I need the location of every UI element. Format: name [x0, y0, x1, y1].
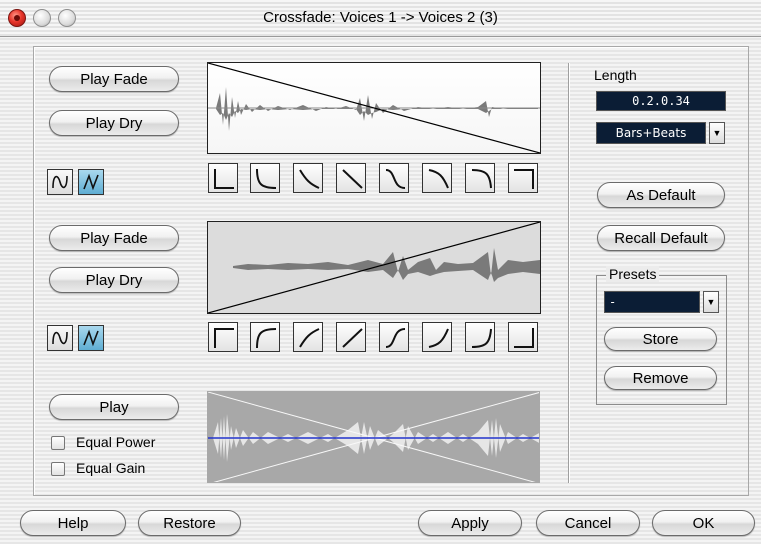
- fade-out-waveform[interactable]: [207, 221, 541, 314]
- panel-divider: [568, 63, 569, 483]
- crossfade-summary-graphic: [208, 392, 539, 482]
- apply-button[interactable]: Apply: [418, 510, 522, 536]
- curve-shape-icon: [342, 328, 363, 348]
- presets-legend: Presets: [606, 266, 660, 282]
- curve-shape-icon: [214, 328, 234, 348]
- play-dry-in-button[interactable]: Play Dry: [49, 110, 179, 136]
- preset-dropdown-button[interactable]: ▼: [703, 291, 719, 313]
- fade-out-shape-6[interactable]: [422, 322, 452, 352]
- fade-in-waveform[interactable]: [207, 62, 541, 154]
- as-default-button[interactable]: As Default: [597, 182, 725, 208]
- restore-button[interactable]: Restore: [138, 510, 241, 536]
- fade-out-shape-5[interactable]: [379, 322, 409, 352]
- curve-shape-icon: [471, 328, 492, 348]
- linear-curve-icon: [83, 173, 99, 191]
- window-title: Crossfade: Voices 1 -> Voices 2 (3): [263, 9, 498, 26]
- fade-in-shape-7[interactable]: [465, 163, 495, 193]
- fade-in-shape-1[interactable]: [208, 163, 238, 193]
- fade-out-shape-7[interactable]: [465, 322, 495, 352]
- store-preset-button[interactable]: Store: [604, 327, 717, 351]
- preset-select[interactable]: -: [604, 291, 700, 313]
- ok-button[interactable]: OK: [652, 510, 755, 536]
- play-fade-in-button[interactable]: Play Fade: [49, 66, 179, 92]
- curve-shape-icon: [428, 169, 449, 189]
- length-value-field[interactable]: 0.2.0.34: [596, 91, 726, 111]
- fade-in-shape-4[interactable]: [336, 163, 366, 193]
- equal-gain-checkbox[interactable]: [51, 462, 65, 476]
- play-fade-out-button[interactable]: Play Fade: [49, 225, 179, 251]
- chevron-down-icon: ▼: [712, 128, 722, 138]
- help-button[interactable]: Help: [20, 510, 126, 536]
- fade-in-shape-8[interactable]: [508, 163, 538, 193]
- recall-default-button[interactable]: Recall Default: [597, 225, 725, 251]
- curve-shape-icon: [471, 169, 492, 189]
- fade-in-waveform-graphic: [208, 63, 540, 153]
- equal-power-checkbox[interactable]: [51, 436, 65, 450]
- curve-shape-icon: [342, 169, 363, 189]
- curve-shape-icon: [385, 328, 406, 348]
- fade-in-spline-mode-toggle[interactable]: [47, 169, 73, 195]
- curve-shape-icon: [428, 328, 449, 348]
- fade-in-shape-5[interactable]: [379, 163, 409, 193]
- fade-in-shape-3[interactable]: [293, 163, 323, 193]
- length-format-select[interactable]: Bars+Beats: [596, 122, 706, 144]
- curve-shape-icon: [514, 328, 534, 348]
- length-format-dropdown-button[interactable]: ▼: [709, 122, 725, 144]
- fade-out-shape-1[interactable]: [208, 322, 238, 352]
- fade-in-shape-2[interactable]: [250, 163, 280, 193]
- fade-out-shape-3[interactable]: [293, 322, 323, 352]
- curve-shape-icon: [214, 169, 234, 189]
- remove-preset-button[interactable]: Remove: [604, 366, 717, 390]
- curve-shape-icon: [256, 328, 277, 349]
- curve-shape-icon: [299, 169, 320, 189]
- cancel-button[interactable]: Cancel: [536, 510, 640, 536]
- spline-curve-icon: [52, 175, 68, 189]
- fade-in-linear-mode-toggle[interactable]: [78, 169, 104, 195]
- fade-out-spline-mode-toggle[interactable]: [47, 325, 73, 351]
- spline-curve-icon: [52, 331, 68, 345]
- play-crossfade-button[interactable]: Play: [49, 394, 179, 420]
- fade-out-linear-mode-toggle[interactable]: [78, 325, 104, 351]
- crossfade-summary-waveform[interactable]: [207, 391, 540, 483]
- fade-out-shape-8[interactable]: [508, 322, 538, 352]
- curve-shape-icon: [256, 168, 277, 189]
- play-dry-out-button[interactable]: Play Dry: [49, 267, 179, 293]
- curve-shape-icon: [385, 169, 406, 189]
- chevron-down-icon: ▼: [706, 297, 716, 307]
- curve-shape-icon: [514, 169, 534, 189]
- linear-curve-icon: [83, 329, 99, 347]
- equal-gain-label: Equal Gain: [76, 460, 146, 476]
- fade-out-waveform-graphic: [208, 222, 540, 313]
- curve-shape-icon: [299, 328, 320, 348]
- fade-out-shape-4[interactable]: [336, 322, 366, 352]
- length-label: Length: [594, 67, 637, 83]
- equal-power-label: Equal Power: [76, 434, 156, 450]
- fade-in-shape-6[interactable]: [422, 163, 452, 193]
- fade-out-shape-2[interactable]: [250, 322, 280, 352]
